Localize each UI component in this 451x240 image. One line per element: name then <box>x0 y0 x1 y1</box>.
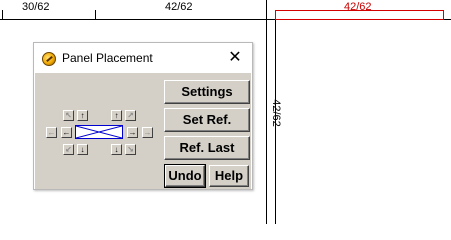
globe-icon <box>42 52 56 66</box>
tick-mid <box>95 10 96 20</box>
close-button[interactable]: ✕ <box>224 48 246 68</box>
nudge-up-right-button[interactable]: ↗ <box>125 110 136 121</box>
nudge-left-button[interactable]: ← <box>61 127 72 138</box>
panel-cross-icon <box>76 126 122 138</box>
nudge-down-button-right[interactable]: ↓ <box>111 144 122 155</box>
help-button[interactable]: Help <box>209 165 249 187</box>
dialog-client-area: ↖ ↑ ↑ ↗ ← ← → → ↙ ↓ ↓ ↘ Settings Set Ref… <box>35 73 251 189</box>
nudge-far-left-button[interactable]: ← <box>46 127 57 138</box>
nudge-right-button[interactable]: → <box>127 127 138 138</box>
dimension-label-mid: 42/62 <box>165 1 193 13</box>
undo-button[interactable]: Undo <box>164 164 206 188</box>
nudge-down-left-button[interactable]: ↙ <box>63 144 74 155</box>
nudge-down-right-button[interactable]: ↘ <box>125 144 136 155</box>
ref-last-button[interactable]: Ref. Last <box>164 136 250 160</box>
nudge-down-button-left[interactable]: ↓ <box>77 144 88 155</box>
tick-left <box>2 10 3 20</box>
settings-button[interactable]: Settings <box>164 80 250 104</box>
nudge-up-left-button[interactable]: ↖ <box>63 110 74 121</box>
panel-placement-dialog: Panel Placement ✕ ↖ ↑ ↑ ↗ ← ← → → ↙ ↓ ↓ … <box>33 42 253 190</box>
dialog-title: Panel Placement <box>62 51 153 65</box>
nudge-up-button-right[interactable]: ↑ <box>111 110 122 121</box>
nudge-far-right-button[interactable]: → <box>142 127 153 138</box>
panel-preview <box>75 125 123 139</box>
set-ref-button[interactable]: Set Ref. <box>164 108 250 132</box>
dialog-titlebar[interactable]: Panel Placement ✕ <box>34 43 252 73</box>
dimension-label-selected: 42/62 <box>344 1 372 13</box>
dimension-label-vertical: 42/62 <box>270 99 282 127</box>
vertical-dimension: 42/62 <box>263 86 289 140</box>
nudge-up-button-left[interactable]: ↑ <box>77 110 88 121</box>
dimension-label-left: 30/62 <box>22 1 50 13</box>
